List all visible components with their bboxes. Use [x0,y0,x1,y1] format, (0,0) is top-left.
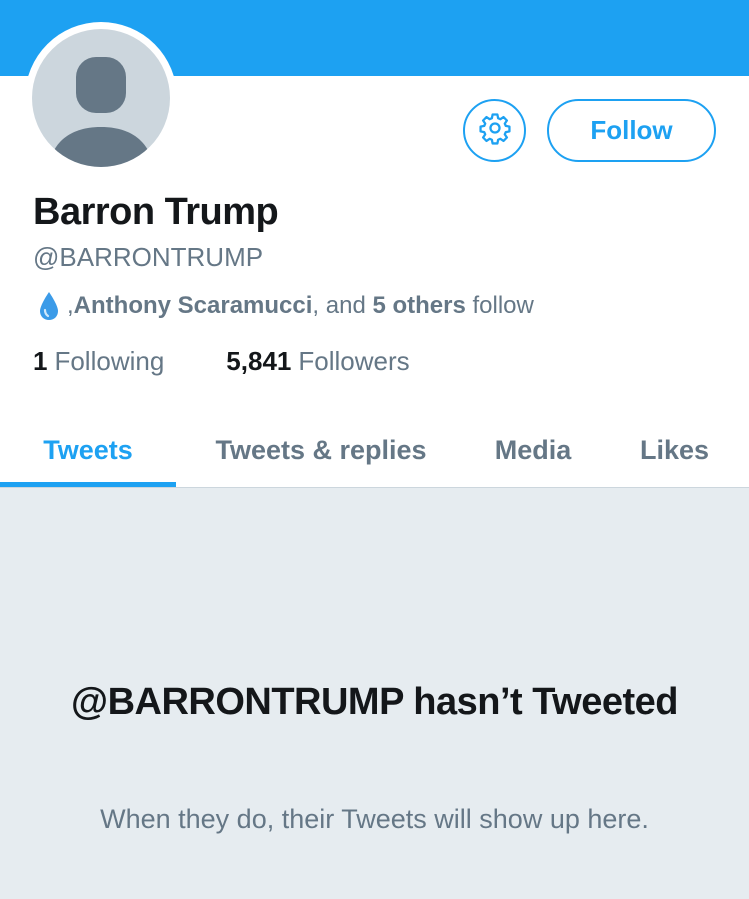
following-count: 1 [33,346,48,376]
followed-by-line[interactable]: , Anthony Scaramucci , and 5 others foll… [37,290,534,322]
tab-media[interactable]: Media [466,413,600,487]
followers-label: Followers [298,346,410,376]
droplet-emoji-icon [37,290,61,322]
followers-stat[interactable]: 5,841 Followers [226,346,409,377]
tab-tweets[interactable]: Tweets [0,413,176,487]
profile-handle: @BARRONTRUMP [33,242,264,272]
followed-by-prefix: , [67,292,74,319]
tab-likes[interactable]: Likes [600,413,749,487]
active-tab-indicator [0,482,176,487]
profile-stats: 1 Following 5,841 Followers [33,346,410,377]
empty-timeline: @BARRONTRUMP hasn’t Tweeted When they do… [0,488,749,899]
following-stat[interactable]: 1 Following [33,346,164,377]
default-avatar-icon [32,29,170,167]
settings-button[interactable] [463,99,526,162]
followed-by-suffix: follow [465,292,534,319]
followed-by-middle: , and [312,292,373,319]
profile-tabs: Tweets Tweets & replies Media Likes [0,413,749,488]
followers-count: 5,841 [226,346,292,376]
following-label: Following [54,346,165,376]
followed-by-others[interactable]: 5 others [372,292,465,320]
tab-tweets-and-replies[interactable]: Tweets & replies [176,413,466,487]
empty-state-subtitle: When they do, their Tweets will show up … [100,804,649,834]
gear-icon [478,111,512,150]
follow-button[interactable]: Follow [547,99,716,162]
followed-by-user[interactable]: Anthony Scaramucci [74,292,313,320]
avatar[interactable] [25,22,177,174]
profile-name: Barron Trump [33,191,279,233]
empty-state-title: @BARRONTRUMP hasn’t Tweeted [71,681,678,723]
